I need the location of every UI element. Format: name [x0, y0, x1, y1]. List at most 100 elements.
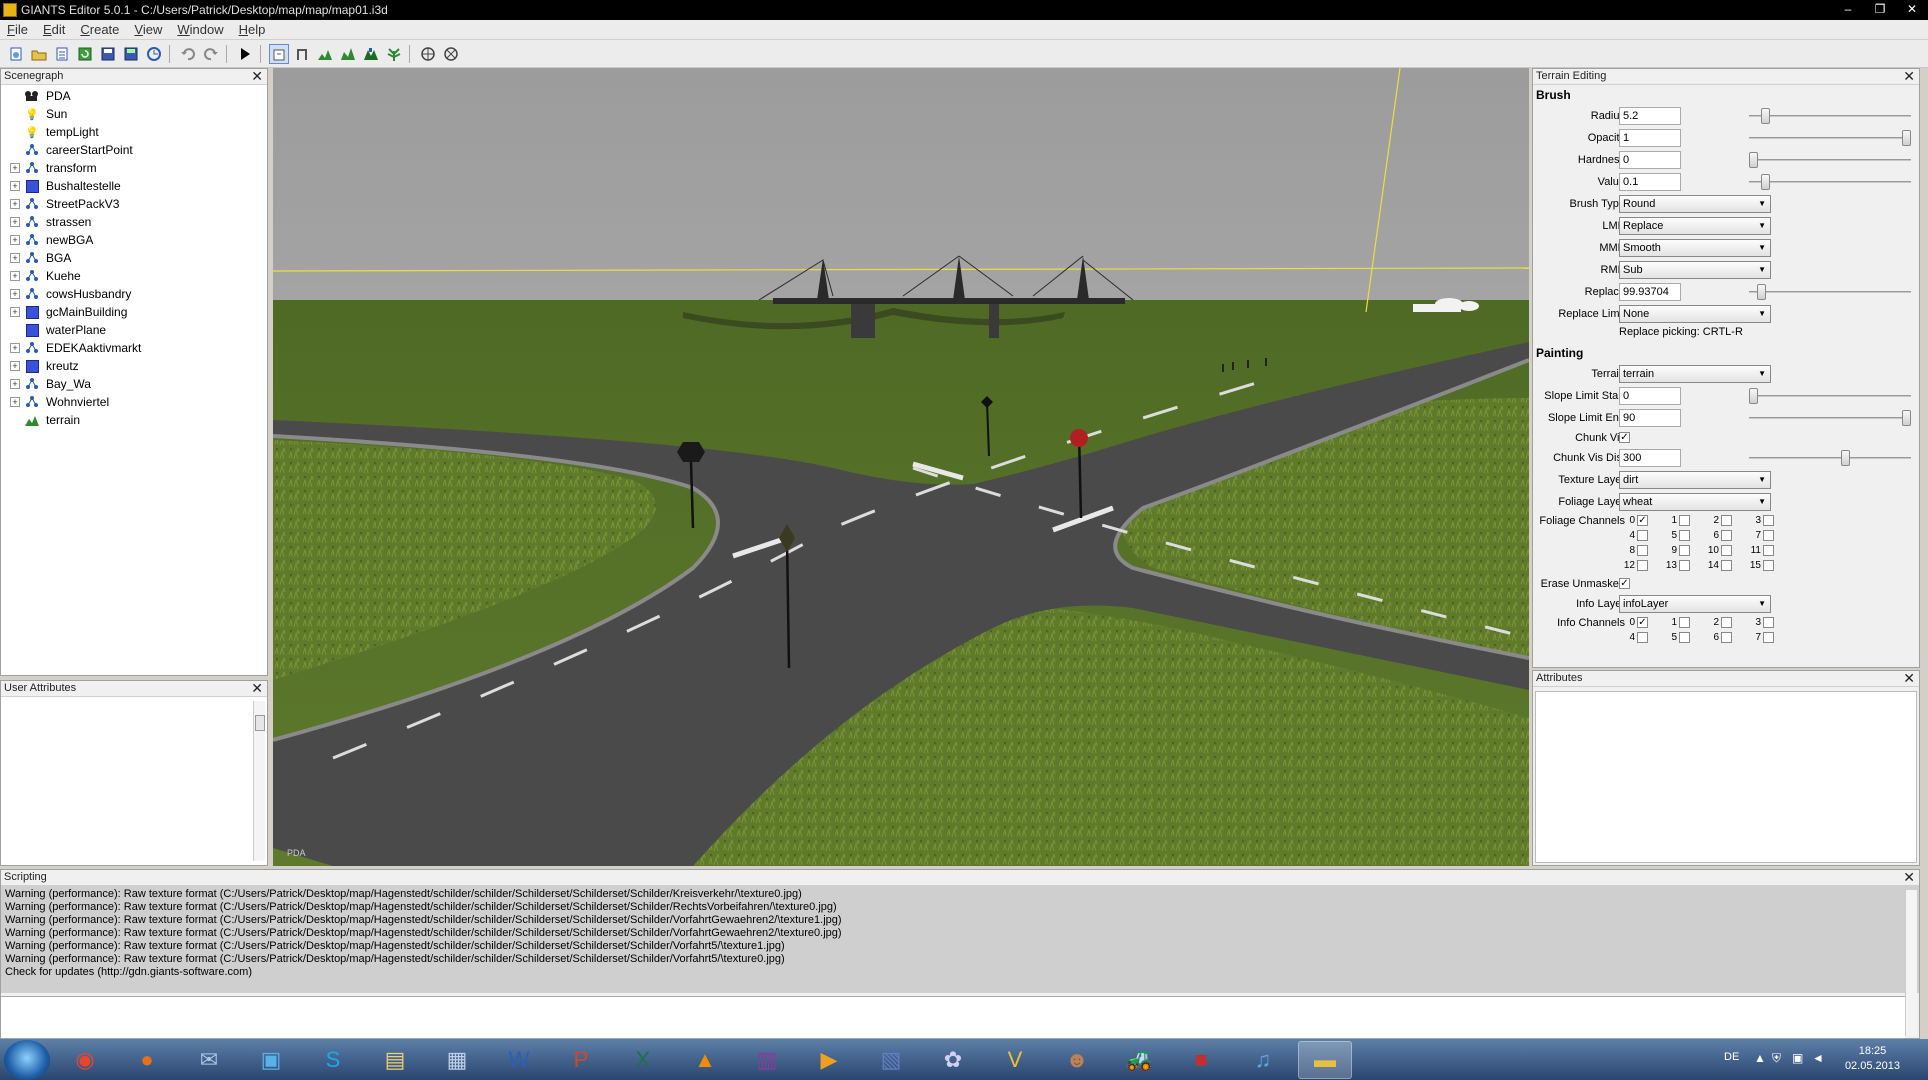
expand-icon[interactable]: +	[10, 289, 20, 299]
slider-knob[interactable]	[1841, 450, 1850, 466]
network-icon[interactable]: ▣	[1792, 1051, 1803, 1065]
mmb-select[interactable]: Smooth ▼	[1619, 239, 1771, 257]
scenegraph-item[interactable]: + Bushaltestelle	[1, 177, 267, 195]
scenegraph-item[interactable]: + Bay_Wa	[1, 375, 267, 393]
monitor-tool-icon[interactable]: ▧	[864, 1041, 918, 1079]
opacity-slider[interactable]	[1749, 130, 1911, 146]
channel-checkbox[interactable]	[1679, 530, 1690, 541]
close-icon[interactable]: ✕	[1903, 69, 1915, 84]
scenegraph-item[interactable]: 💡 Sun	[1, 105, 267, 123]
lmb-select[interactable]: Replace ▼	[1619, 217, 1771, 235]
channel-checkbox[interactable]	[1637, 545, 1648, 556]
scenegraph-item[interactable]: + gcMainBuilding	[1, 303, 267, 321]
channel-checkbox[interactable]	[1679, 545, 1690, 556]
expand-icon[interactable]: +	[10, 199, 20, 209]
replace-input[interactable]	[1619, 283, 1681, 301]
scenegraph-item[interactable]: + Wohnviertel	[1, 393, 267, 411]
rmb-select[interactable]: Sub ▼	[1619, 261, 1771, 279]
media-center-icon[interactable]: ▣	[244, 1041, 298, 1079]
replace-limit-select[interactable]: None ▼	[1619, 305, 1771, 323]
import-icon[interactable]	[52, 44, 72, 64]
new-icon[interactable]	[6, 44, 26, 64]
channel-checkbox[interactable]	[1721, 530, 1732, 541]
menu-create[interactable]: Create	[73, 22, 127, 37]
powerpoint-icon[interactable]: P	[554, 1041, 608, 1079]
expand-icon[interactable]: +	[10, 343, 20, 353]
channel-checkbox[interactable]	[1763, 632, 1774, 643]
terrain-select[interactable]: terrain ▼	[1619, 365, 1771, 383]
grid-icon[interactable]	[418, 44, 438, 64]
clock[interactable]: 18:25 02.05.2013	[1845, 1044, 1900, 1074]
explorer-icon[interactable]: ▤	[368, 1041, 422, 1079]
terrain-smooth-icon[interactable]	[361, 44, 381, 64]
chunk-vis-dist-slider[interactable]	[1749, 450, 1911, 466]
foliage-paint-icon[interactable]	[384, 44, 404, 64]
brush-type-select[interactable]: Round ▼	[1619, 195, 1771, 213]
maximize-button[interactable]: ❐	[1864, 0, 1896, 18]
value-input[interactable]	[1619, 173, 1681, 191]
hardness-input[interactable]	[1619, 151, 1681, 169]
info-layer-select[interactable]: infoLayer ▼	[1619, 595, 1771, 613]
channel-checkbox[interactable]	[1721, 617, 1732, 628]
channel-checkbox[interactable]	[1721, 632, 1732, 643]
expand-icon[interactable]: +	[10, 181, 20, 191]
scenegraph-item[interactable]: + Kuehe	[1, 267, 267, 285]
show-hidden-icons-icon[interactable]: ▲	[1754, 1051, 1766, 1065]
slider-knob[interactable]	[1749, 388, 1758, 404]
scenegraph-item[interactable]: + StreetPackV3	[1, 195, 267, 213]
slider-knob[interactable]	[1761, 108, 1770, 124]
undo-icon[interactable]	[178, 44, 198, 64]
firefox-icon[interactable]: ●	[120, 1041, 174, 1079]
channel-checkbox[interactable]	[1763, 515, 1774, 526]
remote-desktop-icon[interactable]: ▦	[430, 1041, 484, 1079]
scenegraph-item[interactable]: waterPlane	[1, 321, 267, 339]
farming-sim-icon[interactable]: 🚜	[1112, 1041, 1166, 1079]
menu-view[interactable]: View	[127, 22, 170, 37]
channel-checkbox[interactable]	[1763, 560, 1774, 571]
expand-icon[interactable]: +	[10, 217, 20, 227]
scrollbar-thumb[interactable]	[255, 715, 265, 731]
channel-checkbox[interactable]	[1763, 545, 1774, 556]
texture-layer-select[interactable]: dirt ▼	[1619, 471, 1771, 489]
itunes-icon[interactable]: ♫	[1236, 1041, 1290, 1079]
channel-checkbox[interactable]	[1721, 545, 1732, 556]
slider-knob[interactable]	[1761, 174, 1770, 190]
move-mode-icon[interactable]	[292, 44, 312, 64]
erase-unmasked-checkbox[interactable]: ✓	[1619, 578, 1630, 589]
foliage-layer-select[interactable]: wheat ▼	[1619, 493, 1771, 511]
channel-checkbox[interactable]	[1637, 560, 1648, 571]
redo-icon[interactable]	[201, 44, 221, 64]
language-indicator[interactable]: DE	[1724, 1051, 1739, 1063]
close-icon[interactable]: ✕	[251, 681, 263, 696]
slope-start-input[interactable]	[1619, 387, 1681, 405]
scenegraph-item[interactable]: + EDEKAaktivmarkt	[1, 339, 267, 357]
scenegraph-item[interactable]: + transform	[1, 159, 267, 177]
slider-knob[interactable]	[1902, 410, 1911, 426]
channel-checkbox[interactable]	[1637, 632, 1648, 643]
minimize-button[interactable]: –	[1832, 0, 1864, 18]
security-icon[interactable]: ⛨	[1772, 1051, 1781, 1066]
expand-icon[interactable]: +	[10, 235, 20, 245]
channel-checkbox[interactable]	[1763, 530, 1774, 541]
skype-icon[interactable]: S	[306, 1041, 360, 1079]
scenegraph-item[interactable]: PDA	[1, 87, 267, 105]
close-icon[interactable]: ✕	[1903, 671, 1915, 686]
chunk-vis-checkbox[interactable]: ✓	[1619, 432, 1630, 443]
channel-checkbox[interactable]	[1721, 515, 1732, 526]
value-slider[interactable]	[1749, 174, 1911, 190]
start-button[interactable]	[4, 1039, 50, 1080]
expand-icon[interactable]: +	[10, 379, 20, 389]
scenegraph-item[interactable]: + newBGA	[1, 231, 267, 249]
media-player-icon[interactable]: ▶	[802, 1041, 856, 1079]
chrome-icon[interactable]: ◉	[58, 1041, 112, 1079]
close-icon[interactable]: ✕	[1903, 870, 1915, 885]
vlc-icon[interactable]: ▲	[678, 1041, 732, 1079]
terrain-sculpt-icon[interactable]	[315, 44, 335, 64]
play-icon[interactable]	[235, 44, 255, 64]
excel-icon[interactable]: X	[616, 1041, 670, 1079]
slope-end-input[interactable]	[1619, 409, 1681, 427]
radius-slider[interactable]	[1749, 108, 1911, 124]
close-icon[interactable]: ✕	[251, 69, 263, 84]
expand-icon[interactable]: +	[10, 307, 20, 317]
channel-checkbox[interactable]	[1721, 560, 1732, 571]
